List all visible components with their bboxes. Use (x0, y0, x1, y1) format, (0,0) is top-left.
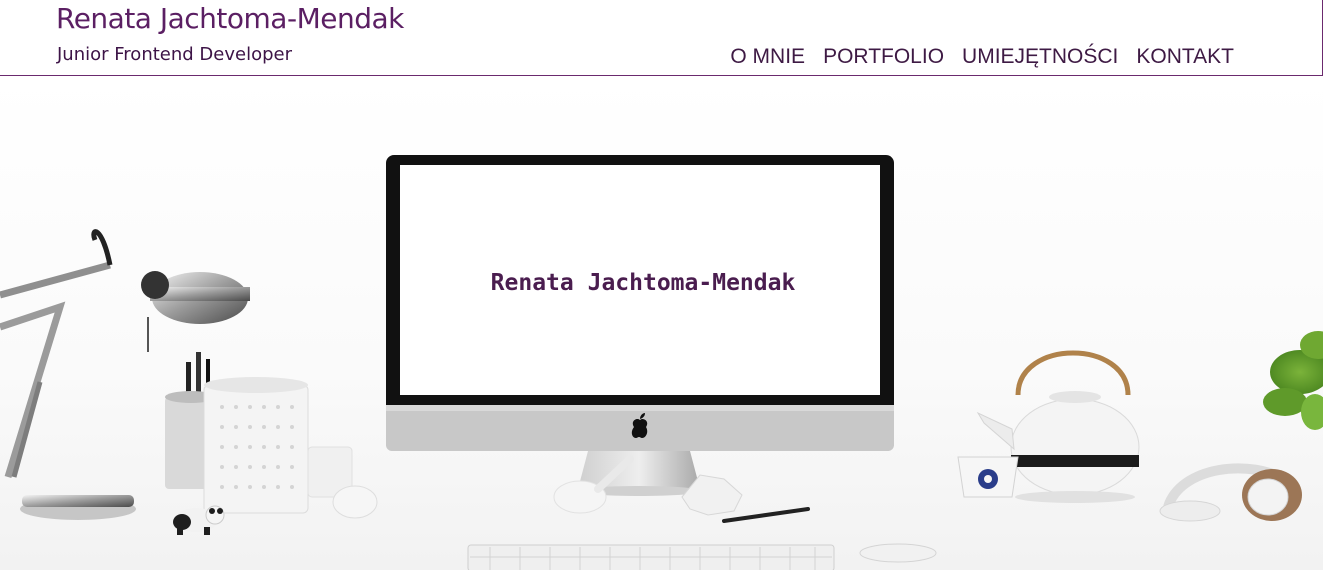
nav-item-about[interactable]: O MNIE (730, 45, 805, 69)
desk-scene-illustration (0, 155, 1323, 570)
monitor-screen-text: Renata Jachtoma-Mendak (490, 270, 796, 296)
white-vase (203, 377, 378, 519)
site-subtitle: Junior Frontend Developer (57, 44, 292, 65)
site-header: Renata Jachtoma-Mendak Junior Frontend D… (0, 0, 1323, 76)
main-nav: O MNIE PORTFOLIO UMIEJĘTNOŚCI KONTAKT (730, 45, 1234, 69)
nav-item-portfolio[interactable]: PORTFOLIO (823, 45, 944, 69)
panda-figurine (173, 505, 225, 535)
computer-mouse (859, 543, 937, 563)
plant (1263, 331, 1323, 430)
keyboard (467, 544, 835, 570)
tea-cup (957, 456, 1019, 498)
nav-item-skills[interactable]: UMIEJĘTNOŚCI (962, 45, 1118, 69)
site-title[interactable]: Renata Jachtoma-Mendak (56, 2, 404, 35)
headphones (1159, 463, 1302, 522)
nav-item-contact[interactable]: KONTAKT (1136, 45, 1234, 69)
pen (722, 507, 810, 523)
hero-image: Renata Jachtoma-Mendak (0, 77, 1323, 570)
imac-monitor (386, 155, 894, 496)
